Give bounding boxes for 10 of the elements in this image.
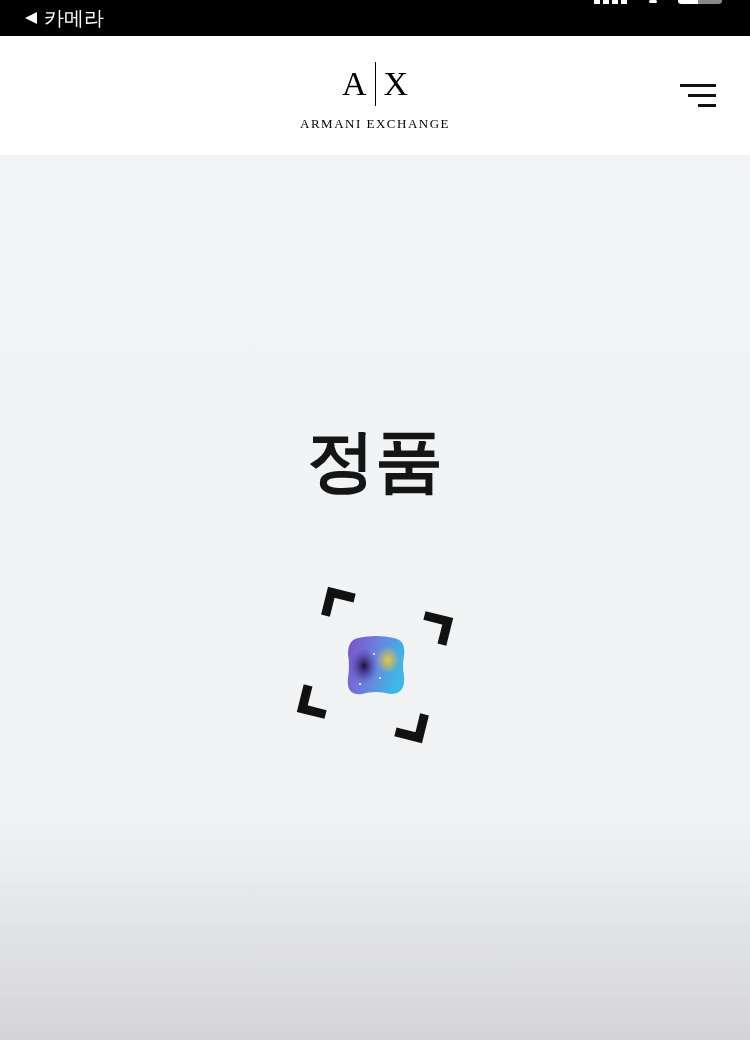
page-title: 정품	[307, 427, 443, 495]
back-button[interactable]: 카메라	[24, 8, 104, 28]
battery-icon	[678, 0, 722, 5]
signal-icon	[594, 0, 630, 5]
menu-icon	[680, 82, 718, 108]
logo-letter: X	[383, 67, 409, 101]
brand-logo[interactable]: A X ARMANI EXCHANGE	[300, 61, 450, 130]
back-arrow-icon	[24, 11, 38, 25]
logo-letter: A	[341, 67, 367, 101]
logo-wordmark: ARMANI EXCHANGE	[300, 117, 450, 130]
